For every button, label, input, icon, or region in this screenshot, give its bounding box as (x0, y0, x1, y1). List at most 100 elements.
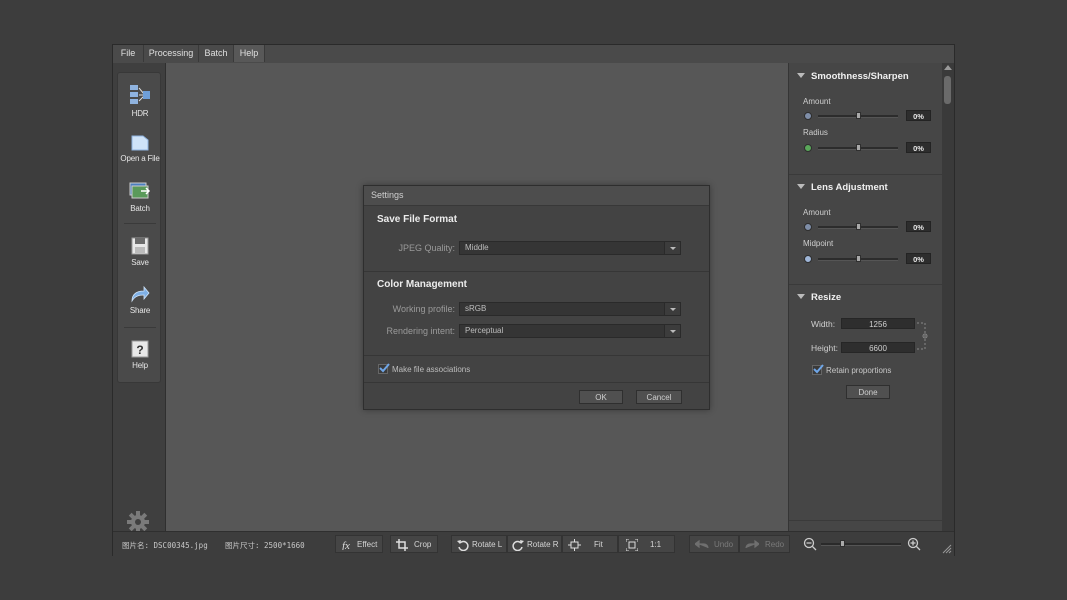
hdr-tool[interactable]: HDR (118, 84, 162, 118)
image-canvas[interactable]: Settings Save File Format JPEG Quality: … (166, 63, 788, 531)
scroll-up-icon[interactable] (944, 65, 952, 70)
help-tool[interactable]: ? Help (118, 340, 162, 370)
rotate-left-button[interactable]: Rotate L (451, 535, 507, 553)
share-label: Share (129, 306, 151, 315)
effect-button[interactable]: fx Effect (335, 535, 383, 553)
slider-thumb[interactable] (856, 112, 861, 119)
working-profile-label: Working profile: (392, 304, 455, 314)
file-size-info: 图片尺寸: 2500*1660 (225, 541, 305, 550)
smooth-amount-icon (804, 112, 812, 120)
menu-help[interactable]: Help (234, 45, 265, 62)
height-input[interactable]: 6600 (841, 342, 915, 353)
lens-amount-slider[interactable] (818, 223, 898, 230)
rotate-left-label: Rotate L (472, 540, 503, 549)
tool-group: HDR Open a File Batch Save Share ? Help (117, 72, 161, 383)
left-toolbar: HDR Open a File Batch Save Share ? Help (113, 63, 166, 533)
lens-amount-value[interactable]: 0% (906, 221, 931, 232)
save-label: Save (131, 258, 149, 267)
share-tool[interactable]: Share (118, 285, 162, 315)
rotate-right-button[interactable]: Rotate R (507, 535, 562, 553)
retain-proportions-checkbox[interactable] (812, 364, 824, 375)
slider-thumb[interactable] (856, 255, 861, 262)
zoom-in-icon[interactable] (907, 537, 921, 551)
app-window: File Processing Batch Help HDR Open a Fi… (112, 44, 955, 556)
checkmark-icon (379, 363, 390, 373)
smooth-radius-slider[interactable] (818, 144, 898, 151)
chevron-down-icon (797, 184, 805, 189)
crop-button[interactable]: Crop (390, 535, 438, 553)
file-assoc-label: Make file associations (392, 365, 471, 374)
help-icon: ? (131, 340, 149, 358)
rendering-intent-value: Perceptual (465, 326, 504, 335)
width-input[interactable]: 1256 (841, 318, 915, 329)
panel-divider (789, 284, 942, 285)
menu-processing[interactable]: Processing (144, 45, 199, 62)
undo-icon (695, 539, 709, 549)
rotate-right-icon (512, 540, 524, 551)
panel-scrollbar[interactable] (942, 63, 954, 531)
done-button[interactable]: Done (846, 385, 890, 399)
undo-button[interactable]: Undo (689, 535, 739, 553)
open-file-tool[interactable]: Open a File (118, 135, 162, 163)
save-tool[interactable]: Save (118, 237, 162, 267)
smooth-radius-icon (804, 144, 812, 152)
crop-icon (396, 539, 408, 551)
panel-divider (789, 174, 942, 175)
zoom-slider[interactable] (821, 540, 901, 547)
bottom-toolbar: 图片名: DSC00345.jpg 图片尺寸: 2500*1660 fx Eff… (113, 531, 954, 556)
zoom-out-icon[interactable] (803, 537, 817, 551)
undo-label: Undo (714, 540, 734, 549)
one-to-one-label: 1:1 (650, 540, 662, 549)
file-name-info: 图片名: DSC00345.jpg (122, 541, 208, 550)
jpeg-quality-select[interactable]: Middle (459, 241, 681, 255)
slider-thumb[interactable] (856, 144, 861, 151)
share-icon (131, 285, 150, 303)
file-assoc-checkbox[interactable] (378, 363, 390, 374)
rotate-right-label: Rotate R (527, 540, 559, 549)
dialog-title: Settings (364, 186, 709, 206)
resize-title: Resize (811, 292, 842, 303)
open-file-icon (131, 135, 149, 151)
gear-icon[interactable] (127, 511, 149, 533)
fit-button[interactable]: Fit (562, 535, 618, 553)
rendering-intent-select[interactable]: Perceptual (459, 324, 681, 338)
resize-header[interactable]: Resize (797, 292, 841, 303)
smoothness-header[interactable]: Smoothness/Sharpen (797, 71, 909, 82)
lens-amount-label: Amount (803, 208, 831, 217)
one-to-one-button[interactable]: 1:1 (618, 535, 675, 553)
color-management-heading: Color Management (377, 279, 468, 290)
cancel-button[interactable]: Cancel (636, 390, 682, 404)
menu-file[interactable]: File (113, 45, 144, 62)
slider-thumb[interactable] (840, 540, 845, 547)
lens-midpoint-slider[interactable] (818, 255, 898, 262)
svg-text:?: ? (136, 343, 143, 357)
redo-icon (745, 539, 759, 549)
redo-label: Redo (765, 540, 785, 549)
lens-midpoint-value[interactable]: 0% (906, 253, 931, 264)
effect-icon: fx (342, 540, 350, 550)
slider-thumb[interactable] (856, 223, 861, 230)
hdr-label: HDR (131, 109, 149, 118)
resize-grip-icon[interactable] (942, 544, 952, 554)
menu-bar: File Processing Batch Help (113, 45, 954, 64)
link-proportions-icon[interactable] (917, 321, 931, 351)
working-profile-select[interactable]: sRGB (459, 302, 681, 316)
smooth-amount-slider[interactable] (818, 112, 898, 119)
menu-batch[interactable]: Batch (199, 45, 234, 62)
dialog-divider (364, 382, 709, 383)
ok-button[interactable]: OK (579, 390, 623, 404)
redo-button[interactable]: Redo (739, 535, 790, 553)
settings-dialog: Settings Save File Format JPEG Quality: … (363, 185, 710, 410)
lens-amount-icon (804, 223, 812, 231)
retain-proportions-label: Retain proportions (826, 366, 892, 375)
working-profile-value: sRGB (465, 304, 487, 313)
smooth-amount-value[interactable]: 0% (906, 110, 931, 121)
smooth-radius-value[interactable]: 0% (906, 142, 931, 153)
scroll-thumb[interactable] (944, 76, 951, 104)
batch-tool[interactable]: Batch (118, 181, 162, 213)
svg-text:fx: fx (342, 540, 350, 550)
lens-header[interactable]: Lens Adjustment (797, 182, 888, 193)
save-icon (131, 237, 149, 255)
smooth-radius-label: Radius (803, 128, 828, 137)
tool-divider (124, 327, 156, 328)
